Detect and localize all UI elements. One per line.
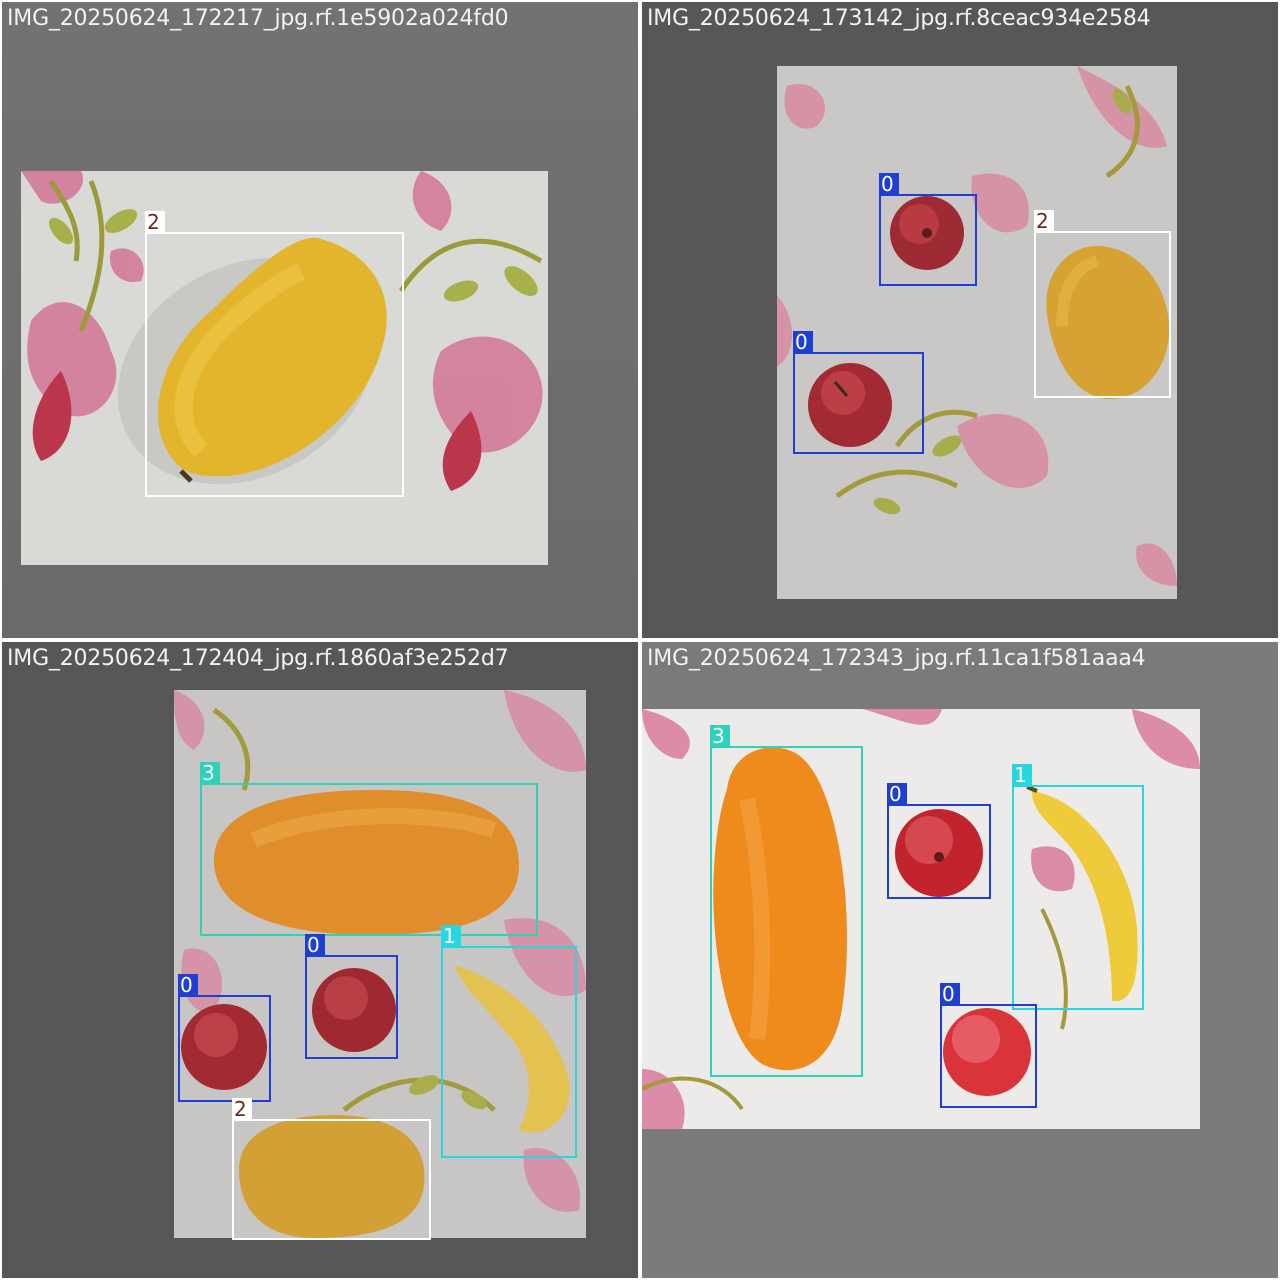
detection-box-class-3: 3 bbox=[710, 725, 863, 1077]
detection-label: 3 bbox=[710, 725, 730, 747]
detection-label: 0 bbox=[940, 983, 960, 1005]
panel-3: IMG_20250624_172404_jpg.rf.1860af3e252d7 bbox=[2, 642, 638, 1278]
detection-box-class-0: 0 bbox=[940, 983, 1037, 1108]
panel-title: IMG_20250624_172343_jpg.rf.11ca1f581aaa4 bbox=[647, 646, 1146, 671]
panel-title: IMG_20250624_172404_jpg.rf.1860af3e252d7 bbox=[7, 646, 509, 671]
detection-box-class-1: 1 bbox=[441, 925, 577, 1158]
detection-label: 1 bbox=[441, 925, 461, 947]
detection-label: 2 bbox=[232, 1098, 252, 1120]
detection-box-class-0: 0 bbox=[887, 783, 991, 899]
detection-box-class-3: 3 bbox=[200, 762, 538, 936]
detection-box-class-0: 0 bbox=[178, 974, 271, 1102]
panel-1: IMG_20250624_172217_jpg.rf.1e5902a024fd0 bbox=[2, 2, 638, 638]
panel-2: IMG_20250624_173142_jpg.rf.8ceac934e2584 bbox=[642, 2, 1278, 638]
detection-label: 2 bbox=[145, 211, 165, 233]
detection-box-class-2: 2 bbox=[1034, 210, 1171, 398]
detection-box-class-2: 2 bbox=[145, 211, 404, 497]
panel-4: IMG_20250624_172343_jpg.rf.11ca1f581aaa4 bbox=[642, 642, 1278, 1278]
detection-box-class-0: 0 bbox=[305, 934, 398, 1059]
detection-box-class-2: 2 bbox=[232, 1098, 431, 1240]
detection-label: 0 bbox=[887, 783, 907, 805]
detection-box-class-1: 1 bbox=[1012, 764, 1144, 1010]
panel-title: IMG_20250624_172217_jpg.rf.1e5902a024fd0 bbox=[7, 6, 509, 31]
detection-label: 0 bbox=[793, 331, 813, 353]
detection-label: 0 bbox=[305, 934, 325, 956]
detection-box-class-0: 0 bbox=[879, 173, 977, 286]
detection-label: 0 bbox=[178, 974, 198, 996]
detection-label: 3 bbox=[200, 762, 220, 784]
detection-box-class-0: 0 bbox=[793, 331, 924, 454]
detection-label: 2 bbox=[1034, 210, 1054, 232]
panel-title: IMG_20250624_173142_jpg.rf.8ceac934e2584 bbox=[647, 6, 1151, 31]
detection-label: 1 bbox=[1012, 764, 1032, 786]
detection-label: 0 bbox=[879, 173, 899, 195]
